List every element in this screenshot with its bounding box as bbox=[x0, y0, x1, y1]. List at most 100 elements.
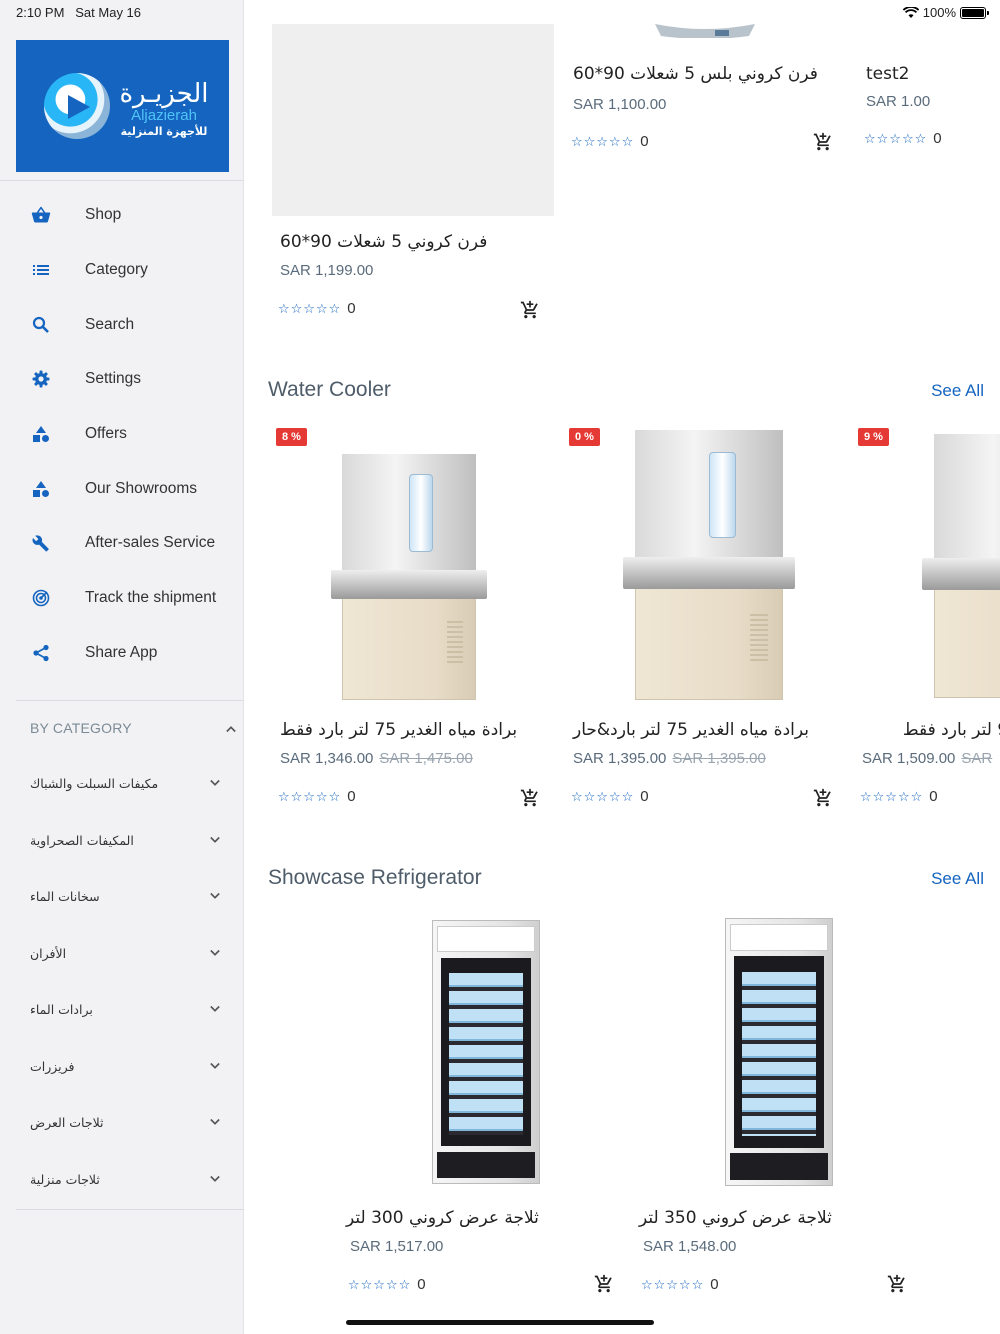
current-price: SAR 1,509.00 bbox=[862, 750, 956, 767]
sidebar: الجزيـرة Aljazierah للأجهزة المنزلية Sho… bbox=[0, 0, 244, 1334]
list-icon bbox=[30, 259, 52, 281]
category-label: برادات الماء bbox=[30, 1002, 93, 1017]
sidebar-item-label: Shop bbox=[85, 206, 122, 224]
product-rating: ☆☆☆☆☆ 0 bbox=[860, 788, 938, 805]
divider bbox=[0, 180, 244, 181]
by-category-header[interactable]: BY CATEGORY bbox=[30, 720, 236, 740]
sidebar-item-label: Settings bbox=[85, 370, 142, 388]
add-to-cart-icon[interactable] bbox=[594, 1274, 614, 1294]
chevron-down-icon bbox=[210, 1175, 220, 1182]
star-rating-icon: ☆☆☆☆☆ bbox=[641, 1276, 705, 1292]
product-rating: ☆☆☆☆☆ 0 bbox=[348, 1276, 426, 1293]
divider bbox=[16, 1209, 244, 1210]
sidebar-item-label: After-sales Service bbox=[85, 534, 216, 552]
product-image bbox=[725, 918, 833, 1186]
battery-percent: 100% bbox=[922, 5, 956, 20]
sidebar-item-label: Share App bbox=[85, 643, 158, 661]
category-item[interactable]: ثلاجات العرض bbox=[0, 1095, 244, 1152]
category-item[interactable]: المكيفات الصحراوية bbox=[0, 813, 244, 870]
product-price: SAR 1,199.00 bbox=[280, 262, 374, 279]
old-price: SAR 1,395.00 bbox=[672, 750, 766, 767]
chevron-down-icon bbox=[210, 1062, 220, 1069]
product-card[interactable]: ثلاجة عرض كروني 350 لتر SAR 1,548.00 ☆☆☆… bbox=[639, 916, 921, 1306]
product-price: SAR 1.00 bbox=[866, 93, 931, 110]
chevron-down-icon bbox=[210, 1118, 220, 1125]
product-card[interactable]: 0 % برادة مياه الغدير 75 لتر بارد&حار SA… bbox=[565, 424, 847, 814]
sidebar-item-search[interactable]: Search bbox=[0, 297, 244, 352]
product-card[interactable]: 8 % برادة مياه الغدير 75 لتر بارد فقط SA… bbox=[272, 424, 554, 814]
product-card[interactable]: test2 SAR 1.00 ☆☆☆☆☆ 0 bbox=[858, 0, 1000, 160]
sidebar-item-track-shipment[interactable]: Track the shipment bbox=[0, 571, 244, 626]
category-item[interactable]: فريزرات bbox=[0, 1039, 244, 1096]
product-card[interactable]: ثلاجة عرض كروني 300 لتر SAR 1,517.00 ☆☆☆… bbox=[346, 916, 628, 1306]
see-all-showcase-link[interactable]: See All bbox=[931, 869, 984, 889]
category-list: مكيفات السبلت والشباك المكيفات الصحراوية… bbox=[0, 756, 244, 1208]
star-rating-icon: ☆☆☆☆☆ bbox=[348, 1276, 412, 1292]
search-icon bbox=[30, 314, 52, 336]
product-title: ثلاجة عرض كروني 300 لتر bbox=[346, 1208, 539, 1228]
status-bar: 2:10 PM Sat May 16 100% bbox=[0, 0, 1000, 24]
status-date: Sat May 16 bbox=[75, 5, 142, 20]
sidebar-item-share-app[interactable]: Share App bbox=[0, 626, 244, 681]
sidebar-menu: Shop Category Search Settings Offers Our… bbox=[0, 188, 244, 680]
product-rating: ☆☆☆☆☆ 0 bbox=[278, 788, 356, 805]
category-item[interactable]: سخانات الماء bbox=[0, 869, 244, 926]
section-title-showcase: Showcase Refrigerator bbox=[268, 866, 482, 889]
product-card[interactable]: فرن كروني 5 شعلات 90*60 SAR 1,199.00 ☆☆☆… bbox=[272, 24, 554, 324]
old-price: SAR 1,475.00 bbox=[379, 750, 473, 767]
sidebar-item-after-sales[interactable]: After-sales Service bbox=[0, 516, 244, 571]
add-to-cart-icon[interactable] bbox=[520, 788, 540, 808]
product-image-placeholder bbox=[272, 24, 554, 216]
add-to-cart-icon[interactable] bbox=[887, 1274, 907, 1294]
product-card[interactable]: فرن كروني بلس 5 شعلات 90*60 SAR 1,100.00… bbox=[565, 0, 847, 160]
rating-count: 0 bbox=[933, 130, 942, 147]
chevron-down-icon bbox=[210, 836, 220, 843]
add-to-cart-icon[interactable] bbox=[813, 788, 833, 808]
category-label: مكيفات السبلت والشباك bbox=[30, 776, 159, 791]
category-item[interactable]: برادات الماء bbox=[0, 982, 244, 1039]
gear-icon bbox=[30, 368, 52, 390]
wifi-icon bbox=[902, 6, 919, 18]
rating-count: 0 bbox=[929, 788, 938, 805]
star-rating-icon: ☆☆☆☆☆ bbox=[860, 788, 924, 804]
sidebar-item-settings[interactable]: Settings bbox=[0, 352, 244, 407]
main-content: فرن كروني 5 شعلات 90*60 SAR 1,199.00 ☆☆☆… bbox=[244, 0, 1000, 1334]
sidebar-item-offers[interactable]: Offers bbox=[0, 407, 244, 462]
product-card[interactable]: 9 % برادة مياه الغدير 90 لتر بارد فقط SA… bbox=[854, 424, 1000, 814]
sidebar-item-category[interactable]: Category bbox=[0, 243, 244, 298]
category-label: الأفران bbox=[30, 945, 67, 961]
current-price: SAR 1,395.00 bbox=[573, 750, 667, 767]
product-rating: ☆☆☆☆☆ 0 bbox=[278, 300, 356, 317]
product-rating: ☆☆☆☆☆ 0 bbox=[641, 1276, 719, 1293]
product-title: فرن كروني بلس 5 شعلات 90*60 bbox=[573, 64, 818, 84]
rating-count: 0 bbox=[640, 788, 649, 805]
rating-count: 0 bbox=[347, 788, 356, 805]
chevron-down-icon bbox=[210, 779, 220, 786]
see-all-water-cooler-link[interactable]: See All bbox=[931, 381, 984, 401]
current-price: SAR 1,346.00 bbox=[280, 750, 374, 767]
logo-tagline: للأجهزة المنزلية bbox=[120, 125, 208, 138]
category-item[interactable]: الأفران bbox=[0, 926, 244, 983]
category-label: ثلاجات العرض bbox=[30, 1115, 104, 1130]
shapes-icon bbox=[30, 423, 52, 445]
product-title: برادة مياه الغدير 75 لتر بارد&حار bbox=[573, 720, 809, 740]
sidebar-item-shop[interactable]: Shop bbox=[0, 188, 244, 243]
category-item[interactable]: مكيفات السبلت والشباك bbox=[0, 756, 244, 813]
aljazierah-logo: الجزيـرة Aljazierah للأجهزة المنزلية bbox=[16, 40, 229, 172]
product-title: test2 bbox=[866, 64, 910, 84]
add-to-cart-icon[interactable] bbox=[813, 132, 833, 152]
basket-icon bbox=[30, 204, 52, 226]
product-title: ثلاجة عرض كروني 350 لتر bbox=[639, 1208, 832, 1228]
product-rating: ☆☆☆☆☆ 0 bbox=[571, 788, 649, 805]
sidebar-item-showrooms[interactable]: Our Showrooms bbox=[0, 461, 244, 516]
sidebar-item-label: Our Showrooms bbox=[85, 479, 197, 497]
product-title: برادة مياه الغدير 90 لتر بارد فقط bbox=[902, 720, 1000, 740]
battery-icon bbox=[960, 6, 989, 19]
divider bbox=[16, 700, 244, 701]
add-to-cart-icon[interactable] bbox=[520, 300, 540, 320]
category-item[interactable]: ثلاجات منزلية bbox=[0, 1152, 244, 1209]
home-indicator[interactable] bbox=[346, 1320, 654, 1325]
shapes-icon bbox=[30, 478, 52, 500]
star-rating-icon: ☆☆☆☆☆ bbox=[278, 788, 342, 804]
rating-count: 0 bbox=[417, 1276, 426, 1293]
